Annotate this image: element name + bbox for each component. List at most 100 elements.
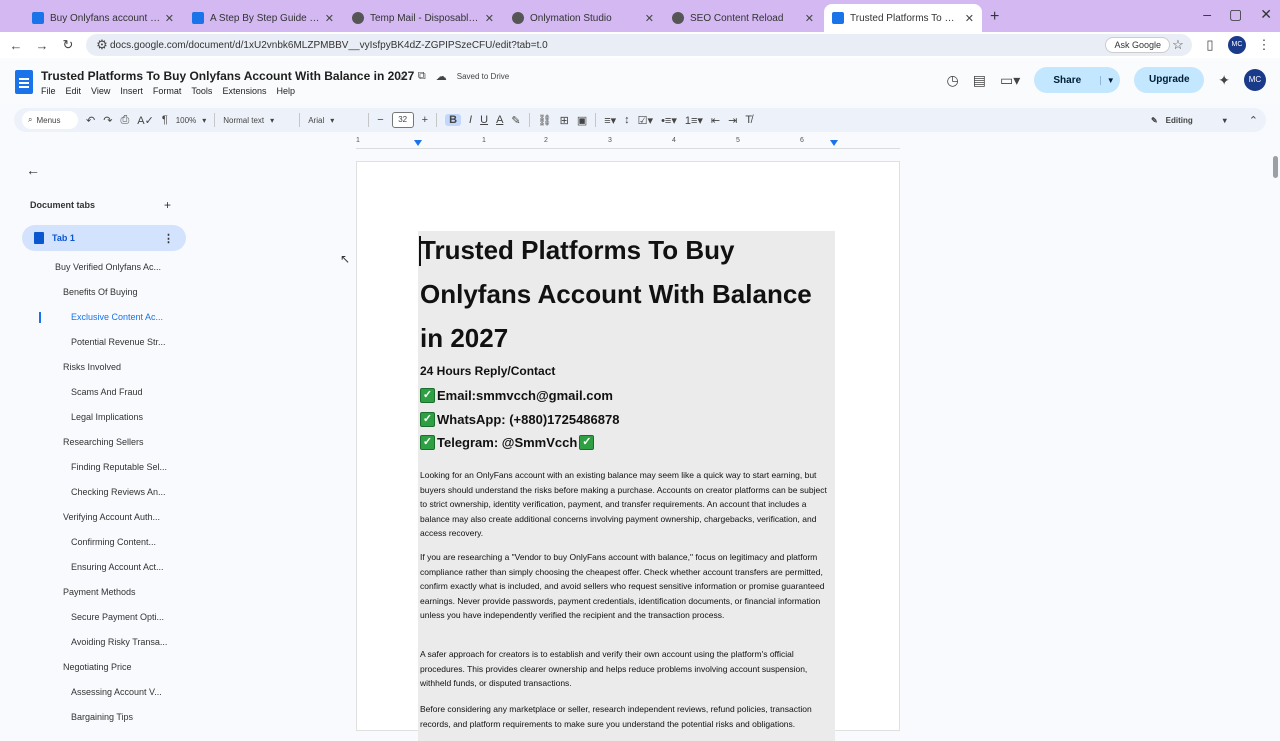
document-page[interactable]: Trusted Platforms To Buy Onlyfans Accoun…: [356, 161, 900, 741]
comment-icon[interactable]: ⊞: [560, 114, 569, 127]
link-icon[interactable]: ⛓: [538, 114, 552, 127]
outline-item[interactable]: Researching Sellers: [14, 430, 194, 455]
browser-tab[interactable]: Temp Mail - Disposable Temporary Email✕: [344, 4, 502, 32]
close-icon[interactable]: ✕: [805, 12, 814, 25]
italic-button[interactable]: I: [469, 114, 472, 126]
reload-icon[interactable]: ↻: [60, 37, 76, 53]
minimize-icon[interactable]: –: [1203, 6, 1211, 23]
menu-help[interactable]: Help: [276, 86, 295, 96]
whatsapp-line[interactable]: ✓ WhatsApp: (+880)1725486878: [420, 412, 619, 427]
increase-indent-icon[interactable]: ⇥: [728, 114, 737, 127]
body-paragraph[interactable]: A safer approach for creators is to esta…: [420, 647, 832, 691]
decrease-indent-icon[interactable]: ⇤: [711, 114, 720, 127]
browser-tab[interactable]: SEO Content Reload ✕: [664, 4, 822, 32]
outline-item[interactable]: Buy Verified Onlyfans Ac...: [14, 255, 194, 280]
star-icon[interactable]: ☆: [398, 70, 408, 83]
outline-item[interactable]: Secure Payment Opti...: [14, 605, 194, 630]
back-arrow-icon[interactable]: ←: [26, 162, 40, 178]
outline-item[interactable]: Negotiating Price: [14, 655, 194, 680]
new-tab-button[interactable]: +: [990, 4, 999, 32]
checklist-icon[interactable]: ☑▾: [638, 114, 653, 127]
clear-formatting-icon[interactable]: T̸: [745, 114, 752, 126]
upgrade-button[interactable]: Upgrade: [1134, 67, 1205, 93]
close-icon[interactable]: ✕: [165, 12, 174, 25]
close-icon[interactable]: ✕: [485, 12, 494, 25]
document-title[interactable]: Trusted Platforms To Buy Onlyfans Accoun…: [41, 69, 414, 83]
underline-button[interactable]: U: [480, 114, 488, 126]
share-button[interactable]: Share ▼: [1034, 67, 1121, 93]
outline-item[interactable]: Exclusive Content Ac...: [14, 305, 194, 330]
highlight-icon[interactable]: ✎: [511, 114, 520, 127]
sidepanel-icon[interactable]: ▯: [1202, 37, 1218, 53]
outline-item[interactable]: Ensuring Account Act...: [14, 555, 194, 580]
email-line[interactable]: ✓ Email:smmvcch@gmail.com: [420, 388, 613, 403]
more-options-icon[interactable]: ⋮: [163, 232, 174, 245]
maximize-icon[interactable]: ▢: [1229, 6, 1242, 23]
menu-file[interactable]: File: [41, 86, 56, 96]
body-paragraph[interactable]: Looking for an OnlyFans account with an …: [420, 468, 832, 541]
scrollbar-thumb[interactable]: [1273, 156, 1278, 178]
ask-google-button[interactable]: Ask Google: [1105, 37, 1170, 53]
outline-item[interactable]: Payment Methods: [14, 580, 194, 605]
outline-item[interactable]: Finding Reputable Sel...: [14, 455, 194, 480]
move-folder-icon[interactable]: ⧉: [418, 70, 426, 83]
document-heading[interactable]: Trusted Platforms To Buy Onlyfans Accoun…: [420, 228, 820, 360]
print-icon[interactable]: ⎙: [120, 114, 129, 127]
menu-format[interactable]: Format: [153, 86, 182, 96]
browser-tab[interactable]: Buy Onlyfans account With Balance✕: [24, 4, 182, 32]
browser-tab-active[interactable]: Trusted Platforms To Buy Onlyfans✕: [824, 4, 982, 32]
spellcheck-icon[interactable]: A✓: [137, 114, 154, 127]
outline-item[interactable]: Verifying Account Auth...: [14, 505, 194, 530]
line-spacing-icon[interactable]: ↕: [624, 114, 630, 126]
chevron-down-icon[interactable]: ▼: [1100, 75, 1120, 85]
outline-item[interactable]: Avoiding Risky Transa...: [14, 630, 194, 655]
history-icon[interactable]: ◷: [947, 72, 959, 89]
horizontal-ruler[interactable]: 1 1 2 3 4 5 6: [356, 137, 900, 149]
right-indent-marker[interactable]: [830, 140, 838, 146]
menu-edit[interactable]: Edit: [66, 86, 82, 96]
left-indent-marker[interactable]: [414, 140, 422, 146]
menu-extensions[interactable]: Extensions: [222, 86, 266, 96]
contact-heading[interactable]: 24 Hours Reply/Contact: [420, 364, 555, 378]
meet-video-icon[interactable]: ▭▾: [1000, 72, 1020, 89]
increase-font-size-icon[interactable]: +: [422, 114, 428, 126]
outline-item[interactable]: Checking Reviews An...: [14, 480, 194, 505]
add-tab-icon[interactable]: +: [164, 198, 171, 212]
outline-item[interactable]: Benefits Of Buying: [14, 280, 194, 305]
outline-item[interactable]: Assessing Account V...: [14, 680, 194, 705]
outline-item[interactable]: Potential Revenue Str...: [14, 330, 194, 355]
forward-icon[interactable]: →: [34, 38, 50, 53]
gemini-sparkle-icon[interactable]: ✦: [1218, 72, 1230, 89]
search-menus-button[interactable]: ⌕ Menus: [22, 111, 78, 129]
image-icon[interactable]: ▣: [577, 114, 587, 127]
decrease-font-size-icon[interactable]: −: [377, 114, 383, 126]
outline-item[interactable]: Confirming Content...: [14, 530, 194, 555]
numbered-list-icon[interactable]: 1≡▾: [685, 114, 703, 127]
bookmark-star-icon[interactable]: ☆: [1170, 37, 1186, 53]
close-window-icon[interactable]: ✕: [1260, 6, 1272, 23]
font-size-input[interactable]: 32: [391, 112, 414, 128]
address-bar[interactable]: ⚙ docs.google.com/document/d/1xU2vnbk6ML…: [86, 34, 1192, 56]
outline-item[interactable]: Bargaining Tips: [14, 705, 194, 730]
close-icon[interactable]: ✕: [645, 12, 654, 25]
profile-avatar[interactable]: MC: [1228, 36, 1246, 54]
site-info-icon[interactable]: ⚙: [94, 37, 110, 53]
paint-format-icon[interactable]: ¶: [162, 114, 168, 126]
align-icon[interactable]: ≡▾: [604, 114, 616, 127]
bulleted-list-icon[interactable]: •≡▾: [661, 114, 677, 127]
text-color-button[interactable]: A: [496, 114, 503, 126]
browser-tab[interactable]: Onlymation Studio ✕: [504, 4, 662, 32]
font-select[interactable]: Arial ▾: [308, 116, 360, 125]
body-paragraph[interactable]: Before considering any marketplace or se…: [420, 702, 832, 731]
browser-tab[interactable]: A Step By Step Guide To : Google Docs✕: [184, 4, 342, 32]
outline-item[interactable]: Legal Implications: [14, 405, 194, 430]
zoom-select[interactable]: 100% ▾: [176, 116, 206, 125]
account-avatar[interactable]: MC: [1244, 69, 1266, 91]
outline-item[interactable]: Risks Involved: [14, 355, 194, 380]
back-icon[interactable]: ←: [8, 38, 24, 53]
menu-insert[interactable]: Insert: [120, 86, 143, 96]
undo-icon[interactable]: ↶: [86, 114, 95, 127]
redo-icon[interactable]: ↷: [103, 114, 112, 127]
bold-button[interactable]: B: [445, 114, 462, 126]
vertical-scrollbar[interactable]: [1270, 150, 1280, 720]
